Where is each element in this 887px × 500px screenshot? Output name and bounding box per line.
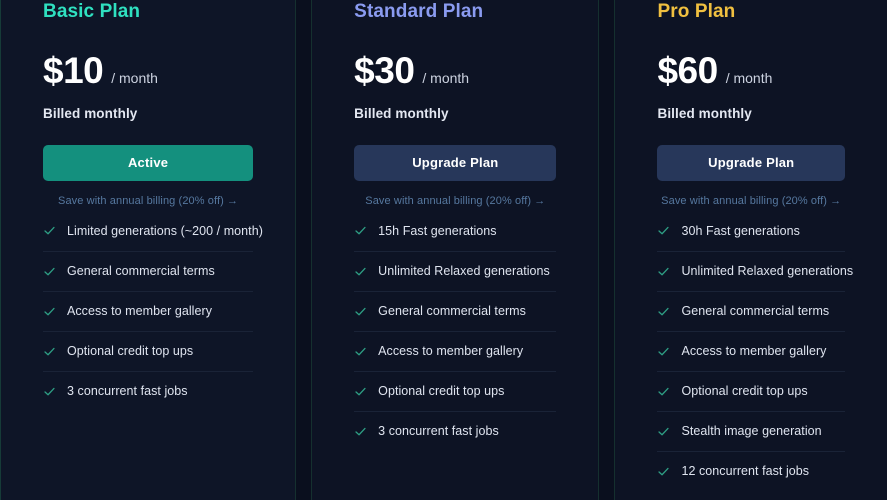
check-icon <box>354 385 367 398</box>
plan-header: Pro Plan $60 / month Billed monthly Upgrade … <box>615 0 887 211</box>
plan-card-pro-plan: Pro Plan $60 / month Billed monthly Upgrade … <box>614 0 887 500</box>
check-icon <box>657 465 670 478</box>
feature-label: General commercial terms <box>681 304 830 318</box>
check-icon <box>354 345 367 358</box>
annual-billing-link[interactable]: Save with annual billing (20% off) → <box>43 195 253 207</box>
feature-label: Optional credit top ups <box>681 384 808 398</box>
check-icon <box>657 265 670 278</box>
plan-title: Standard Plan <box>354 1 484 22</box>
feature-label: General commercial terms <box>378 304 526 318</box>
feature-row: General commercial terms <box>657 291 845 331</box>
feature-label: 15h Fast generations <box>378 223 497 238</box>
feature-label: Optional credit top ups <box>378 384 505 398</box>
plan-active-button[interactable]: Active <box>43 145 254 181</box>
plan-card-basic-plan: Basic Plan $10 / month Billed monthly Active… <box>0 0 297 500</box>
plan-price-row: $10 / month <box>43 49 253 93</box>
feature-row: Optional credit top ups <box>354 371 557 411</box>
feature-row: 12 concurrent fast jobs <box>657 451 845 491</box>
plan-card-standard-plan: Standard Plan $30 / month Billed monthly Upg… <box>311 0 600 500</box>
feature-row: Stealth image generation <box>657 411 845 451</box>
check-icon <box>354 425 367 438</box>
plan-billing-note: Billed monthly <box>43 106 138 121</box>
feature-row: Unlimited Relaxed generations <box>657 251 853 291</box>
feature-row: 3 concurrent fast jobs <box>354 411 557 451</box>
feature-label: 3 concurrent fast jobs <box>67 384 188 398</box>
plan-header: Standard Plan $30 / month Billed monthly Upg… <box>312 0 598 211</box>
annual-billing-link[interactable]: Save with annual billing (20% off) → <box>657 195 845 207</box>
feature-label: Access to member gallery <box>681 344 827 358</box>
feature-label: Access to member gallery <box>67 304 212 318</box>
feature-row: Optional credit top ups <box>43 331 254 371</box>
plan-billing-note: Billed monthly <box>354 106 449 121</box>
plan-header: Basic Plan $10 / month Billed monthly Active… <box>1 0 295 211</box>
plan-price-period: / month <box>725 70 773 86</box>
feature-row: Access to member gallery <box>43 291 254 331</box>
feature-row: Access to member gallery <box>354 331 557 371</box>
check-icon <box>657 385 670 398</box>
check-icon <box>43 224 56 237</box>
plan-price-amount: $30 <box>354 50 415 91</box>
plan-feature-list: 15h Fast generations Unlimited Relaxed ge… <box>312 211 598 500</box>
feature-label: Optional credit top ups <box>67 344 194 358</box>
feature-row: Access to member gallery <box>657 331 845 371</box>
plan-price-period: / month <box>111 70 158 86</box>
feature-label: 12 concurrent fast jobs <box>681 464 810 478</box>
feature-label: General commercial terms <box>67 264 215 278</box>
feature-row: General commercial terms <box>43 251 254 291</box>
feature-label: Access to member gallery <box>378 344 524 358</box>
feature-row: 15h Fast generations <box>354 211 556 251</box>
annual-billing-link[interactable]: Save with annual billing (20% off) → <box>354 195 556 207</box>
plan-upgrade-button[interactable]: Upgrade Plan <box>657 145 845 181</box>
check-icon <box>43 265 56 278</box>
feature-label: Limited generations (~200 / month) <box>67 223 263 238</box>
plan-billing-note: Billed monthly <box>657 106 752 121</box>
plan-feature-list: 30h Fast generations Unlimited Relaxed ge… <box>615 211 887 500</box>
check-icon <box>354 265 367 278</box>
plan-feature-list: Limited generations (~200 / month) Genera… <box>1 211 295 500</box>
plan-price-amount: $10 <box>43 50 104 91</box>
plan-price-row: $30 / month <box>354 49 556 93</box>
feature-row: Optional credit top ups <box>657 371 845 411</box>
check-icon <box>354 305 367 318</box>
check-icon <box>43 345 56 358</box>
check-icon <box>657 345 670 358</box>
pricing-plan-grid: Basic Plan $10 / month Billed monthly Active… <box>0 0 887 500</box>
check-icon <box>43 385 56 398</box>
plan-title: Pro Plan <box>657 1 736 22</box>
feature-label: Unlimited Relaxed generations <box>681 264 854 278</box>
check-icon <box>354 224 367 237</box>
check-icon <box>657 224 670 237</box>
plan-title: Basic Plan <box>43 1 141 22</box>
plan-upgrade-button[interactable]: Upgrade Plan <box>354 145 557 181</box>
feature-row: Limited generations (~200 / month) <box>43 211 263 251</box>
check-icon <box>43 305 56 318</box>
feature-row: Unlimited Relaxed generations <box>354 251 557 291</box>
plan-price-row: $60 / month <box>657 49 845 93</box>
feature-row: 3 concurrent fast jobs <box>43 371 254 411</box>
plan-price-amount: $60 <box>657 50 718 91</box>
feature-label: Stealth image generation <box>681 424 822 438</box>
plan-price-period: / month <box>422 70 470 86</box>
check-icon <box>657 425 670 438</box>
feature-row: General commercial terms <box>354 291 557 331</box>
feature-row: 30h Fast generations <box>657 211 845 251</box>
check-icon <box>657 305 670 318</box>
feature-label: Unlimited Relaxed generations <box>378 264 550 278</box>
feature-label: 3 concurrent fast jobs <box>378 424 499 438</box>
feature-label: 30h Fast generations <box>681 223 800 238</box>
